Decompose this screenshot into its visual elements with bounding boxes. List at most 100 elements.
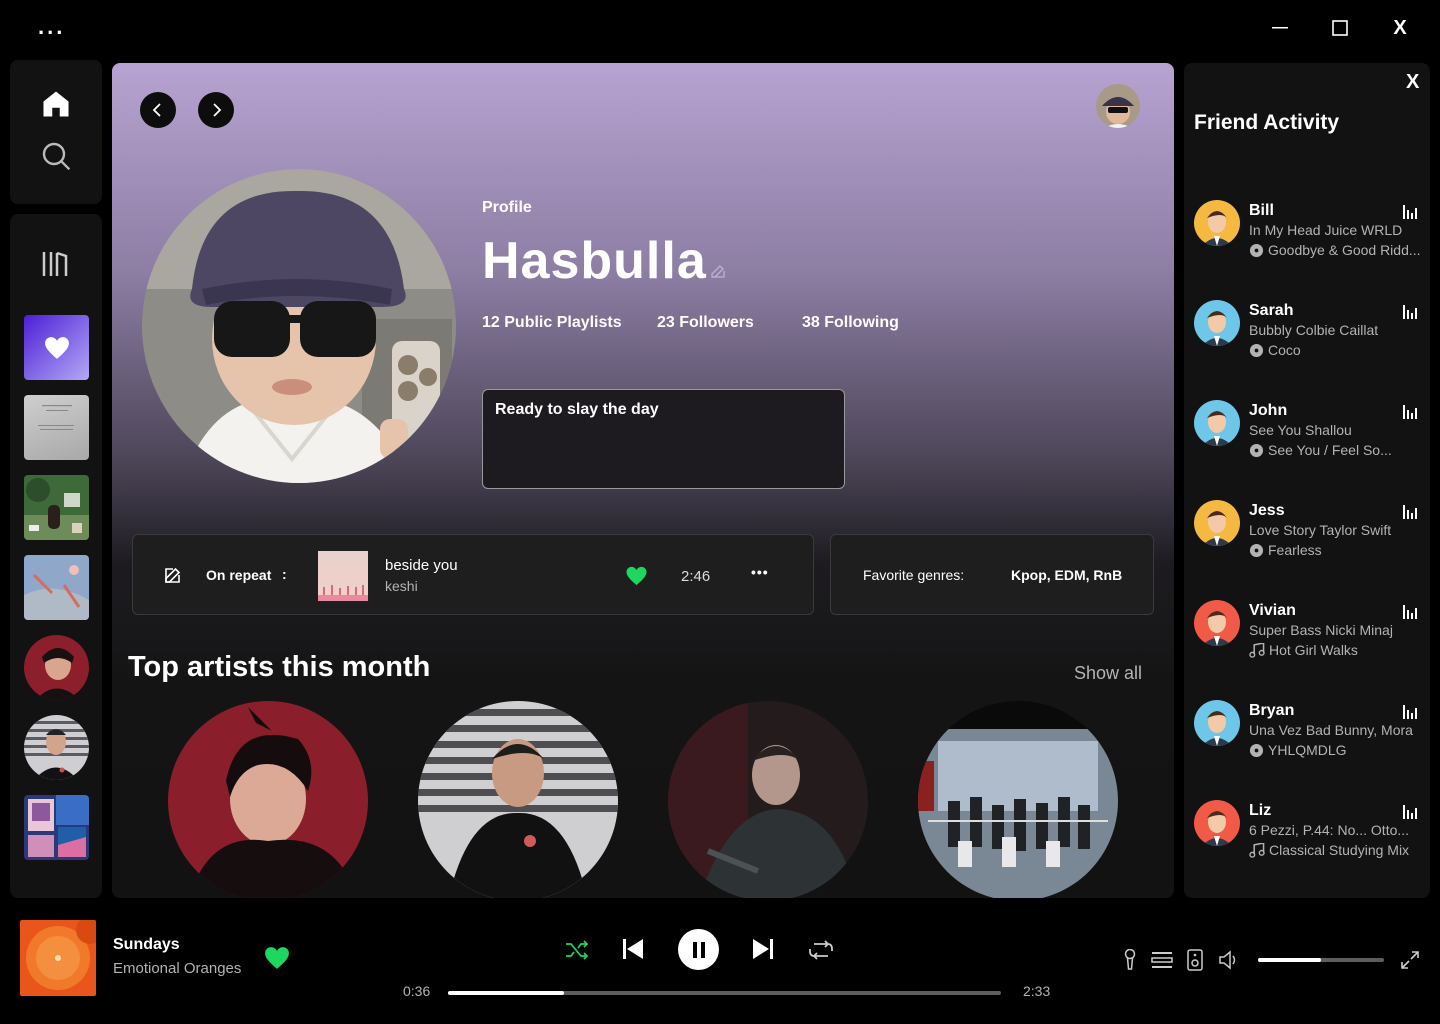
friend-track[interactable]: 6 Pezzi, P.44: No... Otto... bbox=[1249, 822, 1424, 838]
disc-icon bbox=[1249, 743, 1264, 758]
friend-name[interactable]: Bryan bbox=[1249, 702, 1294, 720]
friend-item[interactable]: Bill In My Head Juice WRLD Goodbye & Good … bbox=[1194, 200, 1424, 270]
device-icon[interactable] bbox=[1184, 948, 1206, 972]
friend-name[interactable]: Bill bbox=[1249, 202, 1274, 220]
volume-slider[interactable] bbox=[1258, 958, 1384, 962]
like-heart-icon[interactable] bbox=[625, 566, 648, 591]
friend-album[interactable]: YHLQMDLG bbox=[1249, 742, 1424, 758]
top-artist-card[interactable] bbox=[168, 701, 368, 898]
chevron-right-icon bbox=[213, 103, 222, 117]
friend-item[interactable]: Sarah Bubbly Colbie Caillat Coco bbox=[1194, 300, 1424, 370]
friend-item[interactable]: Jess Love Story Taylor Swift Fearless bbox=[1194, 500, 1424, 570]
previous-icon[interactable] bbox=[620, 936, 646, 962]
friend-album[interactable]: See You / Feel So... bbox=[1249, 442, 1424, 458]
sidebar-library bbox=[10, 214, 102, 898]
maximize-icon[interactable] bbox=[1328, 16, 1352, 40]
friend-track[interactable]: See You Shallou bbox=[1249, 422, 1424, 438]
user-avatar[interactable] bbox=[1096, 84, 1140, 128]
friend-activity-title: Friend Activity bbox=[1194, 111, 1340, 134]
minimize-icon[interactable] bbox=[1268, 16, 1292, 40]
now-playing-artist[interactable]: Emotional Oranges bbox=[113, 960, 241, 977]
friend-track[interactable]: Super Bass Nicki Minaj bbox=[1249, 622, 1424, 638]
library-item-artist[interactable] bbox=[24, 715, 89, 780]
queue-icon[interactable] bbox=[1150, 948, 1174, 972]
edit-name-icon[interactable] bbox=[710, 263, 726, 284]
friend-name[interactable]: Vivian bbox=[1249, 602, 1296, 620]
friend-name[interactable]: Jess bbox=[1249, 502, 1285, 520]
library-item-album[interactable] bbox=[24, 475, 89, 540]
friend-avatar[interactable] bbox=[1194, 300, 1240, 346]
friend-item[interactable]: John See You Shallou See You / Feel So... bbox=[1194, 400, 1424, 470]
next-icon[interactable] bbox=[750, 936, 776, 962]
playback-progress-bar[interactable] bbox=[448, 991, 1001, 995]
window-close-icon[interactable]: X bbox=[1388, 16, 1412, 40]
top-artists-title: Top artists this month bbox=[128, 651, 431, 683]
friend-album[interactable]: Coco bbox=[1249, 342, 1424, 358]
on-repeat-artist[interactable]: keshi bbox=[385, 578, 418, 594]
public-playlists-stat[interactable]: 12 Public Playlists bbox=[482, 314, 622, 332]
friend-track[interactable]: Love Story Taylor Swift bbox=[1249, 522, 1424, 538]
friend-avatar[interactable] bbox=[1194, 600, 1240, 646]
favorite-genres-label: Favorite genres: bbox=[863, 567, 965, 583]
friend-avatar[interactable] bbox=[1194, 200, 1240, 246]
friend-album[interactable]: Fearless bbox=[1249, 542, 1424, 558]
sidebar-nav bbox=[10, 60, 102, 204]
library-item-album[interactable] bbox=[24, 795, 89, 860]
profile-photo[interactable] bbox=[142, 169, 456, 483]
on-repeat-duration: 2:46 bbox=[681, 568, 711, 585]
forward-button[interactable] bbox=[198, 92, 234, 128]
friend-avatar[interactable] bbox=[1194, 800, 1240, 846]
now-playing-heart-icon[interactable] bbox=[264, 946, 290, 975]
back-button[interactable] bbox=[140, 92, 176, 128]
library-item-album[interactable] bbox=[24, 555, 89, 620]
more-options-button[interactable]: ••• bbox=[751, 564, 769, 580]
search-icon[interactable] bbox=[40, 140, 72, 172]
friend-track[interactable]: Una Vez Bad Bunny, Mora bbox=[1249, 722, 1424, 738]
friend-album-label: Fearless bbox=[1268, 542, 1322, 558]
friend-activity-panel: X Friend Activity Bill In My Head Juice W… bbox=[1184, 63, 1430, 898]
friend-name[interactable]: Sarah bbox=[1249, 302, 1293, 320]
top-artist-card[interactable] bbox=[918, 701, 1118, 898]
followers-stat[interactable]: 23 Followers bbox=[657, 314, 754, 332]
on-repeat-track[interactable]: beside you bbox=[385, 557, 458, 574]
bio-textbox[interactable]: Ready to slay the day bbox=[482, 389, 845, 489]
friend-album[interactable]: Classical Studying Mix bbox=[1249, 842, 1424, 858]
following-stat[interactable]: 38 Following bbox=[802, 314, 899, 332]
friend-item[interactable]: Liz 6 Pezzi, P.44: No... Otto... Classical… bbox=[1194, 800, 1424, 870]
friend-track[interactable]: In My Head Juice WRLD bbox=[1249, 222, 1424, 238]
now-playing-title[interactable]: Sundays bbox=[113, 936, 180, 954]
friend-name[interactable]: Liz bbox=[1249, 802, 1271, 820]
friend-album[interactable]: Hot Girl Walks bbox=[1249, 642, 1424, 658]
now-playing-album-art[interactable] bbox=[20, 920, 96, 996]
on-repeat-album-art[interactable] bbox=[318, 551, 368, 601]
library-item-album[interactable] bbox=[24, 395, 89, 460]
friend-album-label: Classical Studying Mix bbox=[1269, 842, 1410, 858]
fullscreen-icon[interactable] bbox=[1398, 948, 1422, 972]
friend-item[interactable]: Bryan Una Vez Bad Bunny, Mora YHLQMDLG bbox=[1194, 700, 1424, 770]
edit-icon[interactable] bbox=[163, 565, 183, 590]
top-artist-card[interactable] bbox=[418, 701, 618, 898]
repeat-icon[interactable] bbox=[807, 937, 835, 963]
top-artist-card[interactable] bbox=[668, 701, 868, 898]
library-icon[interactable] bbox=[40, 248, 72, 280]
favorite-genres-value: Kpop, EDM, RnB bbox=[1011, 567, 1123, 583]
pause-icon bbox=[692, 941, 705, 958]
pause-button[interactable] bbox=[678, 929, 719, 970]
liked-songs-playlist[interactable] bbox=[24, 315, 89, 380]
friend-album[interactable]: Goodbye & Good Ridd... bbox=[1249, 242, 1424, 258]
friend-avatar[interactable] bbox=[1194, 700, 1240, 746]
disc-icon bbox=[1249, 243, 1264, 258]
friend-track[interactable]: Bubbly Colbie Caillat bbox=[1249, 322, 1424, 338]
microphone-icon[interactable] bbox=[1120, 948, 1140, 972]
window-menu-dots[interactable]: ... bbox=[38, 16, 65, 38]
show-all-link[interactable]: Show all bbox=[1074, 663, 1142, 684]
friend-avatar[interactable] bbox=[1194, 400, 1240, 446]
library-item-artist[interactable] bbox=[24, 635, 89, 700]
home-icon[interactable] bbox=[40, 88, 72, 120]
friend-name[interactable]: John bbox=[1249, 402, 1287, 420]
friend-avatar[interactable] bbox=[1194, 500, 1240, 546]
shuffle-icon[interactable] bbox=[564, 937, 590, 963]
friend-activity-close-icon[interactable]: X bbox=[1406, 71, 1419, 94]
friend-item[interactable]: Vivian Super Bass Nicki Minaj Hot Girl Wal… bbox=[1194, 600, 1424, 670]
volume-icon[interactable] bbox=[1218, 948, 1242, 972]
